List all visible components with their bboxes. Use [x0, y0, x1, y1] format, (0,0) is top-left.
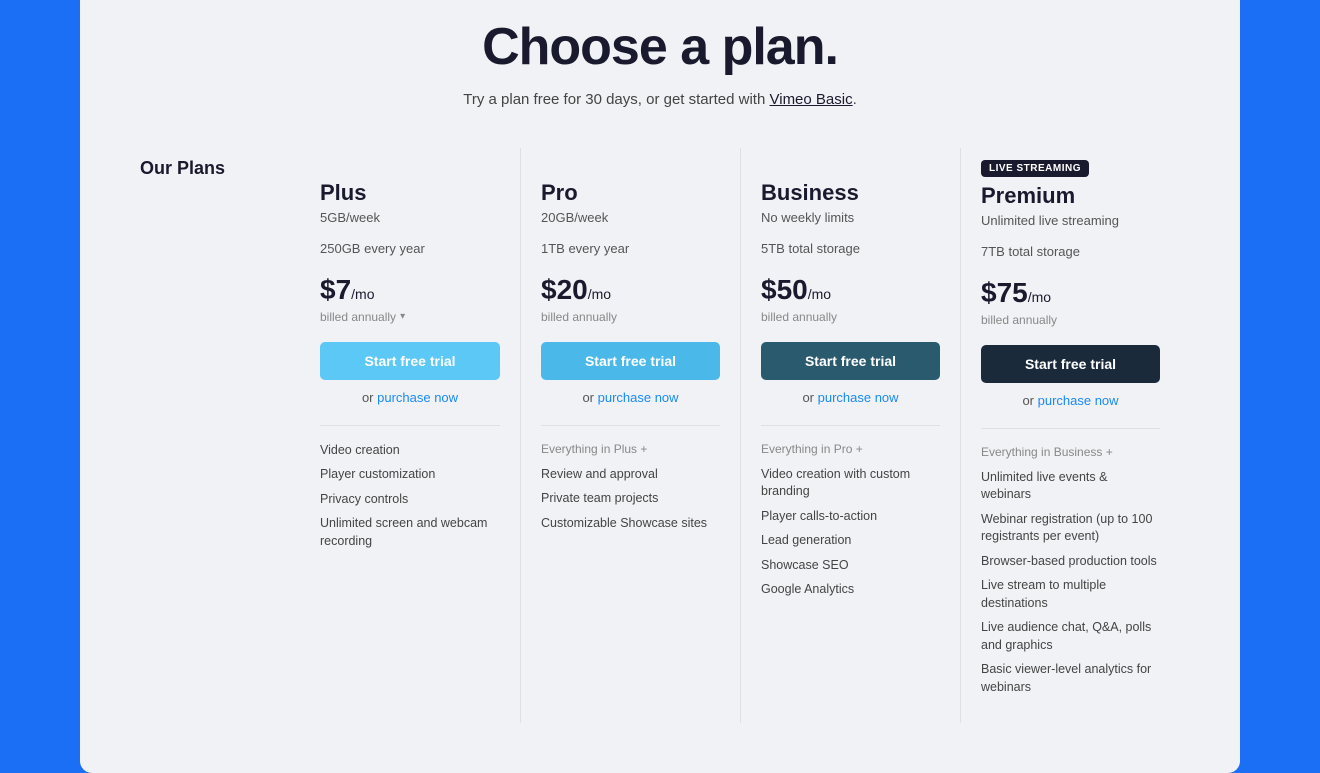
- feature-item: Basic viewer-level analytics for webinar…: [981, 661, 1160, 696]
- feature-header-business: Everything in Pro +: [761, 442, 940, 456]
- plan-col-business: Business No weekly limits 5TB total stor…: [740, 148, 960, 724]
- feature-item: Unlimited screen and webcam recording: [320, 515, 500, 550]
- plan-subtitle-plus: 5GB/week: [320, 210, 500, 225]
- plan-storage-pro: 1TB every year: [541, 241, 720, 256]
- plan-billing-pro: billed annually: [541, 310, 720, 324]
- feature-item: Player customization: [320, 466, 500, 484]
- plans-grid: Plus 5GB/week 250GB every year $7/mo bil…: [300, 148, 1180, 724]
- plan-price-pro: $20/mo: [541, 274, 720, 306]
- purchase-line-premium: or purchase now: [981, 393, 1160, 408]
- purchase-now-link-premium[interactable]: purchase now: [1038, 393, 1119, 408]
- plan-billing-business: billed annually: [761, 310, 940, 324]
- feature-item: Live stream to multiple destinations: [981, 577, 1160, 612]
- plan-name-plus: Plus: [320, 180, 500, 206]
- billing-arrow: ▾: [400, 311, 405, 322]
- plan-price-business: $50/mo: [761, 274, 940, 306]
- feature-item: Player calls-to-action: [761, 508, 940, 526]
- plan-col-pro: Pro 20GB/week 1TB every year $20/mo bill…: [520, 148, 740, 724]
- purchase-now-link-plus[interactable]: purchase now: [377, 390, 458, 405]
- feature-header-premium: Everything in Business +: [981, 445, 1160, 459]
- feature-item: Unlimited live events & webinars: [981, 469, 1160, 504]
- plan-subtitle-pro: 20GB/week: [541, 210, 720, 225]
- plan-badge-premium: LIVE STREAMING: [981, 160, 1089, 177]
- page-header: Choose a plan. Try a plan free for 30 da…: [140, 17, 1180, 108]
- start-trial-button-pro[interactable]: Start free trial: [541, 342, 720, 380]
- purchase-line-plus: or purchase now: [320, 390, 500, 405]
- main-container: Choose a plan. Try a plan free for 30 da…: [80, 0, 1240, 773]
- plan-col-premium: LIVE STREAMING Premium Unlimited live st…: [960, 148, 1180, 724]
- plan-storage-business: 5TB total storage: [761, 241, 940, 256]
- plan-subtitle-premium: Unlimited live streaming: [981, 213, 1160, 228]
- plan-billing-premium: billed annually: [981, 313, 1160, 327]
- feature-item: Private team projects: [541, 490, 720, 508]
- plan-name-premium: Premium: [981, 183, 1160, 209]
- purchase-line-business: or purchase now: [761, 390, 940, 405]
- feature-item: Live audience chat, Q&A, polls and graph…: [981, 619, 1160, 654]
- feature-header-pro: Everything in Plus +: [541, 442, 720, 456]
- plan-name-business: Business: [761, 180, 940, 206]
- vimeo-basic-link[interactable]: Vimeo Basic: [770, 91, 853, 108]
- plan-storage-premium: 7TB total storage: [981, 244, 1160, 259]
- purchase-now-link-pro[interactable]: purchase now: [598, 390, 679, 405]
- plan-price-plus: $7/mo: [320, 274, 500, 306]
- feature-item: Browser-based production tools: [981, 553, 1160, 571]
- feature-item: Google Analytics: [761, 581, 940, 599]
- divider-plus: [320, 425, 500, 426]
- page-title: Choose a plan.: [140, 17, 1180, 77]
- plan-price-premium: $75/mo: [981, 277, 1160, 309]
- our-plans-label-container: Our Plans: [140, 148, 300, 724]
- our-plans-label: Our Plans: [140, 158, 225, 178]
- feature-item: Review and approval: [541, 466, 720, 484]
- plan-name-pro: Pro: [541, 180, 720, 206]
- purchase-line-pro: or purchase now: [541, 390, 720, 405]
- purchase-now-link-business[interactable]: purchase now: [818, 390, 899, 405]
- feature-item: Customizable Showcase sites: [541, 515, 720, 533]
- feature-item: Video creation with custom branding: [761, 466, 940, 501]
- plan-storage-plus: 250GB every year: [320, 241, 500, 256]
- plans-section: Our Plans Plus 5GB/week 250GB every year…: [140, 148, 1180, 724]
- feature-item: Privacy controls: [320, 491, 500, 509]
- header-subtitle: Try a plan free for 30 days, or get star…: [140, 91, 1180, 108]
- feature-item: Showcase SEO: [761, 557, 940, 575]
- start-trial-button-plus[interactable]: Start free trial: [320, 342, 500, 380]
- start-trial-button-business[interactable]: Start free trial: [761, 342, 940, 380]
- divider-business: [761, 425, 940, 426]
- feature-item: Webinar registration (up to 100 registra…: [981, 511, 1160, 546]
- feature-item: Video creation: [320, 442, 500, 460]
- divider-pro: [541, 425, 720, 426]
- plan-subtitle-business: No weekly limits: [761, 210, 940, 225]
- plan-col-plus: Plus 5GB/week 250GB every year $7/mo bil…: [300, 148, 520, 724]
- feature-item: Lead generation: [761, 532, 940, 550]
- plan-billing-plus: billed annually▾: [320, 310, 500, 324]
- start-trial-button-premium[interactable]: Start free trial: [981, 345, 1160, 383]
- divider-premium: [981, 428, 1160, 429]
